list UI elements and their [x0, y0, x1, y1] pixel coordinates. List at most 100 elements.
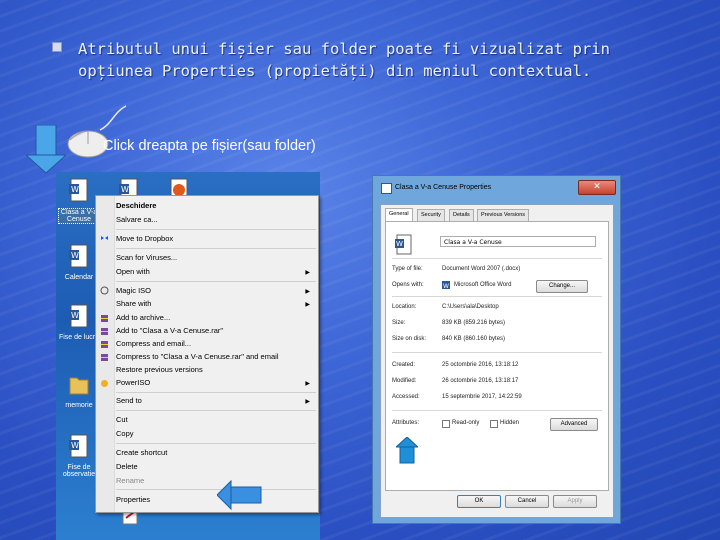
general-panel: W Clasa a V-a Cenuse Type of file: Docum…	[385, 221, 609, 491]
submenu-arrow-icon: ▶	[305, 399, 310, 405]
divider	[392, 410, 602, 411]
size-label: Size:	[392, 320, 406, 326]
hidden-label: Hidden	[500, 420, 520, 426]
menu-item-cut[interactable]: Cut	[116, 414, 128, 426]
dialog-title: Clasa a V-a Cenuse Properties	[395, 184, 492, 191]
menu-item-poweriso[interactable]: PowerISO	[116, 377, 150, 389]
desktop-icon-label: Calendar	[64, 274, 94, 281]
menu-item-save-as[interactable]: Salvare ca...	[116, 214, 158, 226]
svg-text:W: W	[71, 251, 79, 260]
winrar-icon	[101, 328, 108, 335]
type-label: Type of file:	[392, 266, 423, 272]
word-document-icon: W	[395, 234, 412, 255]
opens-with-label: Opens with:	[392, 282, 424, 288]
desktop-icon[interactable]: W Fise de lucru	[58, 304, 100, 341]
menu-item-scan-viruses[interactable]: Scan for Viruses...	[116, 252, 177, 264]
winrar-icon	[101, 315, 108, 322]
hidden-checkbox[interactable]	[490, 420, 498, 428]
svg-text:W: W	[443, 283, 449, 289]
svg-text:W: W	[71, 311, 79, 320]
desktop-icon[interactable]: W Calendar	[58, 244, 100, 281]
menu-item-copy[interactable]: Copy	[116, 428, 134, 440]
location-value: C:\Users\ala\Desktop	[442, 304, 499, 310]
svg-text:W: W	[71, 441, 79, 450]
svg-text:W: W	[71, 185, 79, 194]
created-label: Created:	[392, 362, 416, 368]
location-label: Location:	[392, 304, 417, 310]
menu-item-magic-iso[interactable]: Magic ISO	[116, 285, 151, 297]
disc-icon	[100, 286, 109, 295]
left-arrow-icon	[217, 480, 262, 510]
desktop-icon[interactable]: W Clasa a V-a Cenuse	[58, 178, 100, 224]
size-on-disk-label: Size on disk:	[392, 336, 427, 342]
down-arrow-icon	[26, 125, 66, 174]
size-on-disk-value: 840 KB (860.160 bytes)	[442, 336, 506, 342]
word-document-icon: W	[69, 178, 88, 202]
poweriso-icon	[101, 380, 108, 387]
menu-item-open-with[interactable]: Open with	[116, 266, 150, 278]
modified-value: 26 octombrie 2016, 13:18:17	[442, 378, 519, 384]
menu-item-restore-versions[interactable]: Restore previous versions	[116, 364, 203, 376]
caption: Click dreapta pe fișier(sau folder)	[103, 138, 316, 154]
menu-item-rename[interactable]: Rename	[116, 475, 144, 487]
menu-separator	[116, 248, 316, 249]
bullet-text: Atributul unui fișier sau folder poate f…	[78, 40, 610, 80]
menu-item-compress-email[interactable]: Compress and email...	[116, 338, 191, 350]
divider	[392, 258, 602, 259]
menu-item-create-shortcut[interactable]: Create shortcut	[116, 447, 167, 459]
word-document-icon: W	[69, 434, 88, 458]
desktop-icon-label: Fise de lucru	[58, 334, 100, 341]
close-button[interactable]: ✕	[578, 180, 616, 195]
context-menu: Deschidere Salvare ca... Move to Dropbox…	[95, 195, 319, 513]
folder-icon	[69, 377, 89, 395]
menu-separator	[116, 443, 316, 444]
cancel-button[interactable]: Cancel	[505, 495, 549, 508]
read-only-checkbox[interactable]	[442, 420, 450, 428]
desktop-icon-label: Fise de observatie	[62, 464, 96, 478]
menu-separator	[116, 410, 316, 411]
menu-item-compress-rar-email[interactable]: Compress to "Clasa a V-a Cenuse.rar" and…	[116, 351, 278, 363]
word-app-icon: W	[442, 281, 450, 289]
file-name-field[interactable]: Clasa a V-a Cenuse	[440, 236, 596, 247]
dialog-body: General Security Details Previous Versio…	[380, 204, 614, 518]
menu-item-open[interactable]: Deschidere	[116, 200, 156, 212]
read-only-label: Read-only	[452, 420, 480, 426]
desktop-icon-label: Clasa a V-a Cenuse	[58, 208, 100, 224]
desktop-icon[interactable]: memorie	[58, 372, 100, 409]
menu-item-move-to-dropbox[interactable]: Move to Dropbox	[116, 233, 173, 245]
menu-item-send-to[interactable]: Send to	[116, 395, 142, 407]
menu-separator	[116, 281, 316, 282]
tab-general[interactable]: General	[385, 208, 413, 222]
advanced-button[interactable]: Advanced	[550, 418, 598, 431]
desktop-icon-label: memorie	[65, 402, 93, 409]
change-button[interactable]: Change...	[536, 280, 588, 293]
dropbox-icon	[101, 236, 108, 240]
desktop-icon[interactable]: W Fise de observatie	[58, 434, 100, 478]
apply-button[interactable]: Apply	[553, 495, 597, 508]
submenu-arrow-icon: ▶	[305, 270, 310, 276]
created-value: 25 octombrie 2016, 13:18:12	[442, 362, 519, 368]
submenu-arrow-icon: ▶	[305, 302, 310, 308]
word-document-icon: W	[69, 244, 88, 268]
properties-dialog: Clasa a V-a Cenuse Properties ✕ General …	[372, 175, 621, 524]
mouse-icon	[67, 105, 127, 158]
winrar-icon	[101, 354, 108, 361]
svg-text:W: W	[121, 185, 129, 194]
submenu-arrow-icon: ▶	[305, 289, 310, 295]
menu-item-share-with[interactable]: Share with	[116, 298, 151, 310]
accessed-label: Accessed:	[392, 394, 420, 400]
winrar-icon	[101, 341, 108, 348]
svg-text:W: W	[396, 240, 403, 248]
attributes-label: Attributes:	[392, 420, 420, 426]
menu-item-add-to-rar[interactable]: Add to "Clasa a V-a Cenuse.rar"	[116, 325, 223, 337]
menu-separator	[116, 229, 316, 230]
bullet-square-icon	[52, 42, 62, 52]
up-arrow-icon	[396, 437, 418, 464]
menu-item-add-to-archive[interactable]: Add to archive...	[116, 312, 170, 324]
menu-item-delete[interactable]: Delete	[116, 461, 138, 473]
menu-separator	[116, 392, 316, 393]
divider	[392, 296, 602, 297]
menu-item-properties[interactable]: Properties	[116, 494, 150, 506]
word-document-icon: W	[69, 304, 88, 328]
ok-button[interactable]: OK	[457, 495, 501, 508]
